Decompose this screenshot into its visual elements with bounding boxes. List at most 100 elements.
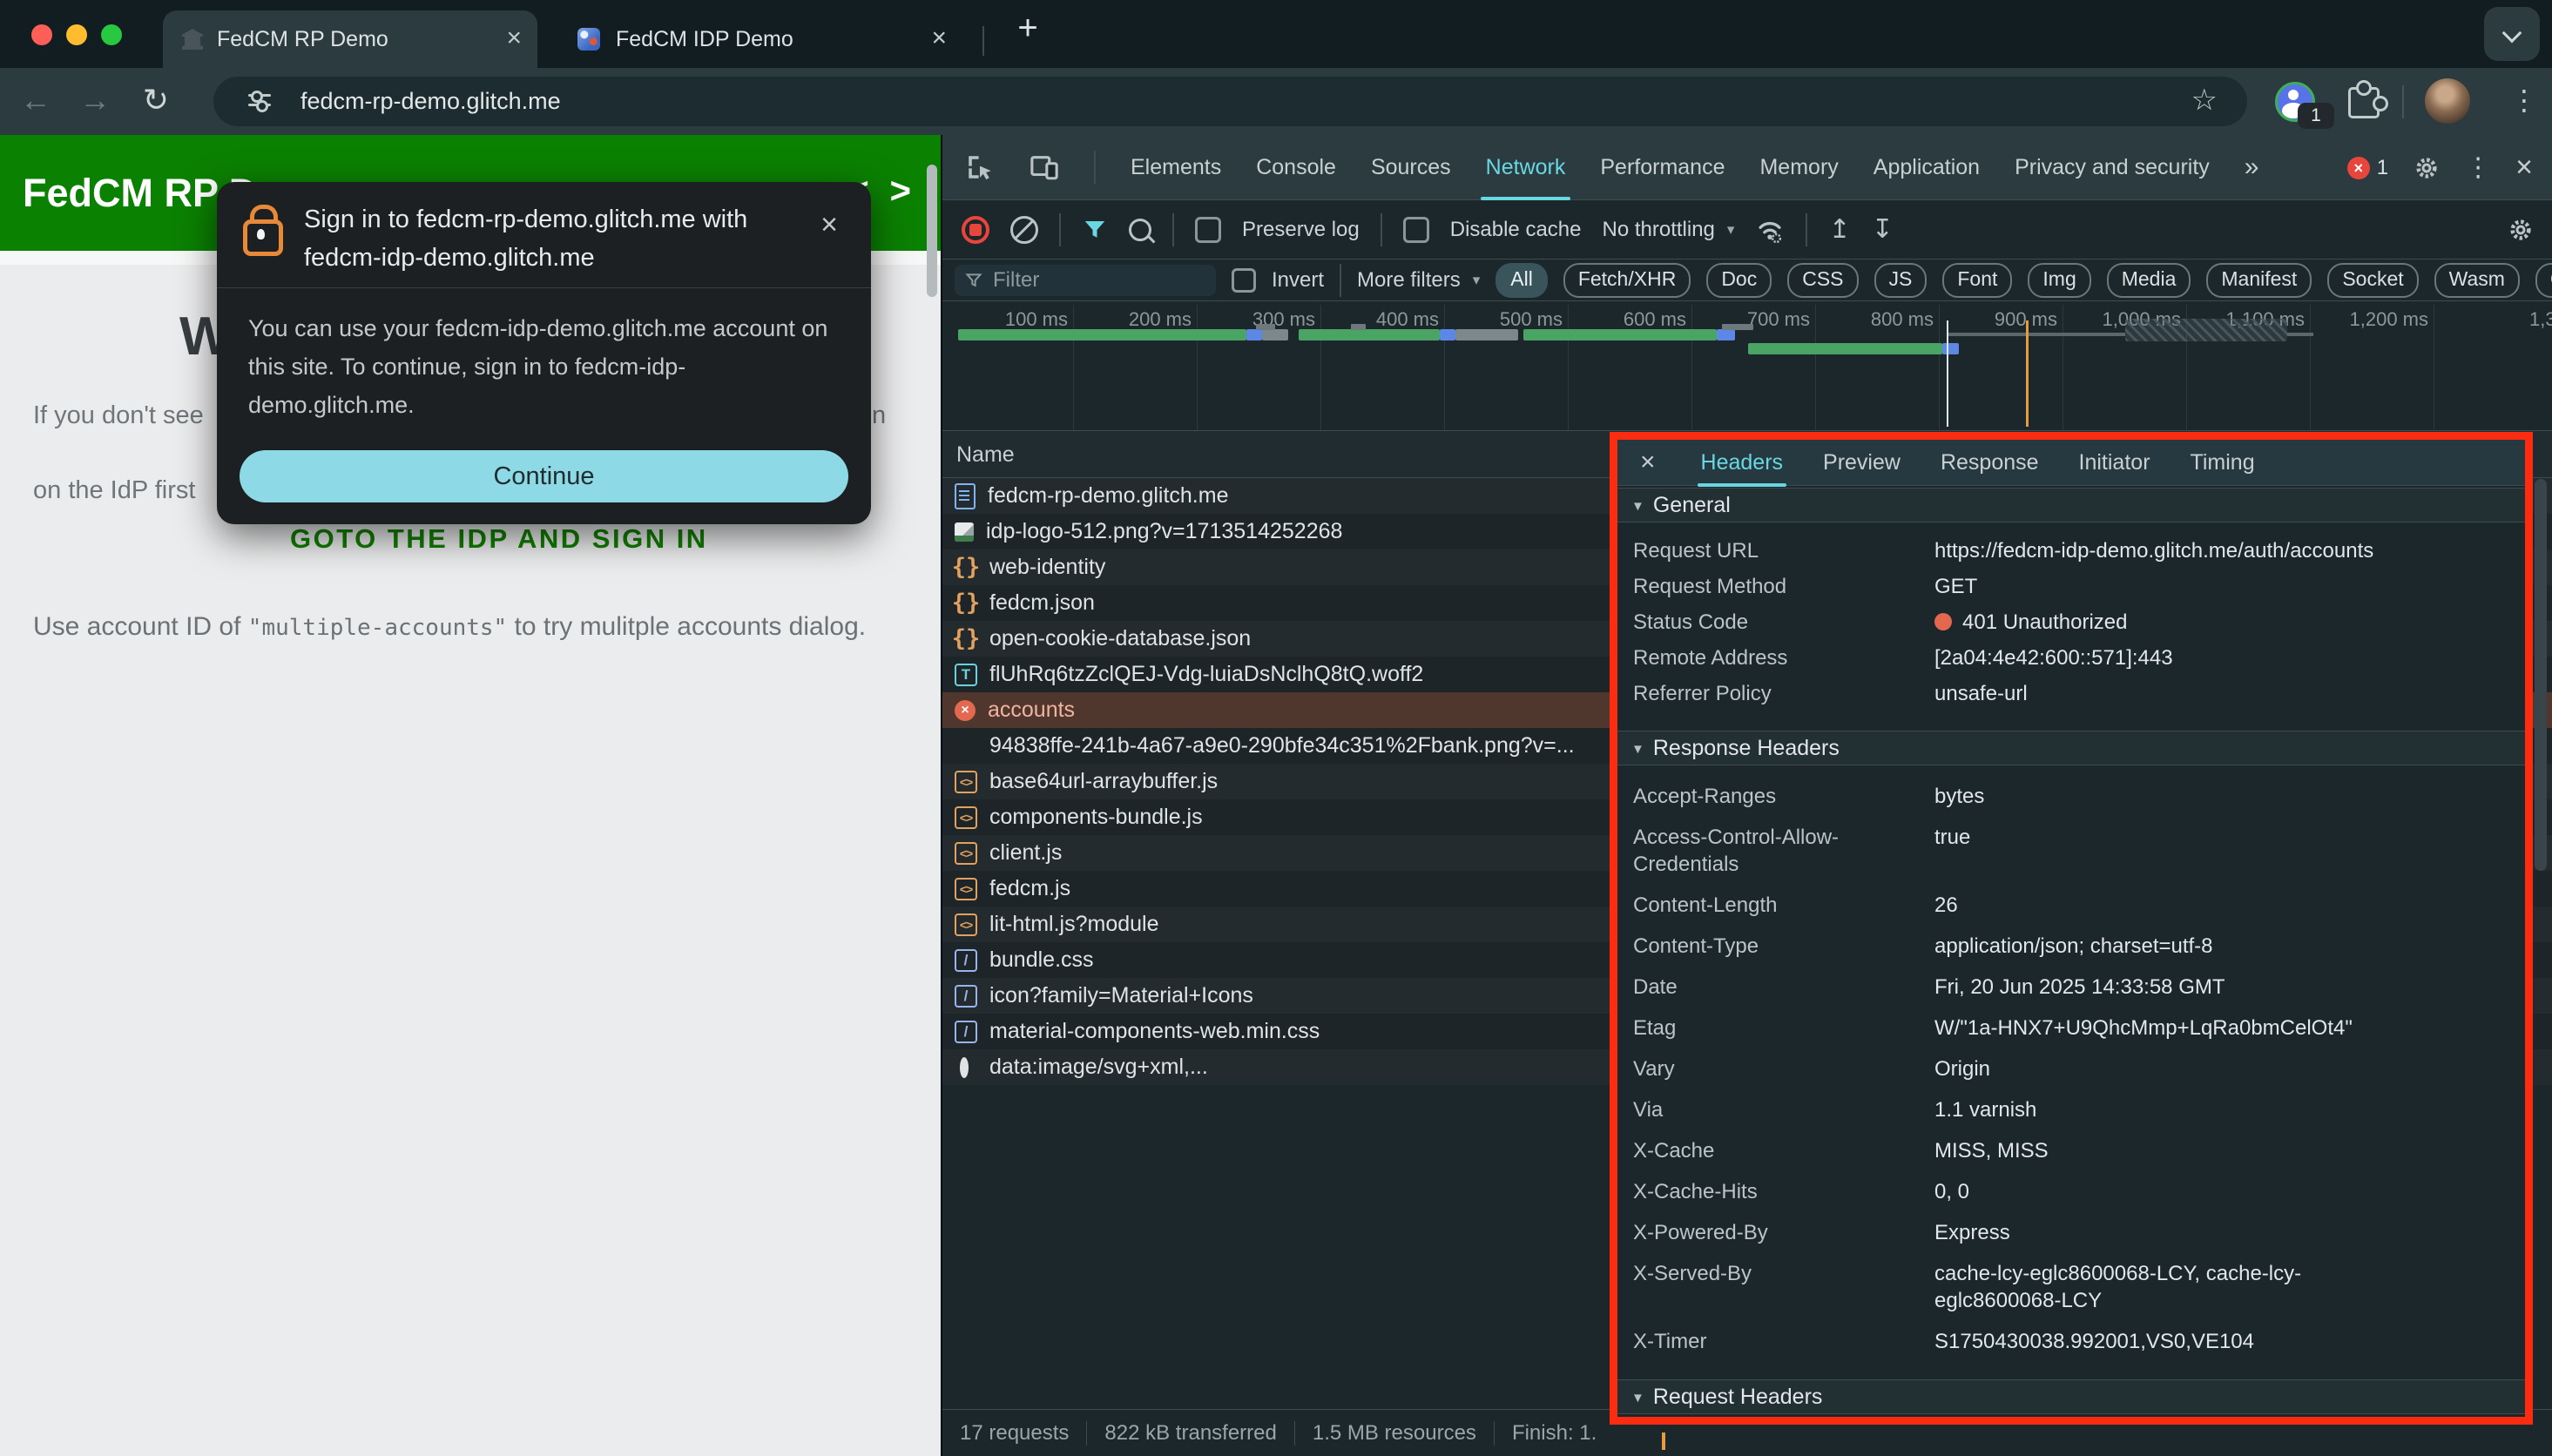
devtools-tab-sources[interactable]: Sources <box>1371 155 1451 180</box>
filter-pill-js[interactable]: JS <box>1874 263 1928 298</box>
continue-button[interactable]: Continue <box>240 450 848 502</box>
back-button[interactable]: ← <box>14 68 57 135</box>
divider <box>1172 213 1174 246</box>
filter-pill-socket[interactable]: Socket <box>2327 263 2418 298</box>
devtools-settings-icon[interactable] <box>2413 154 2441 182</box>
url-text[interactable]: fedcm-rp-demo.glitch.me <box>300 77 561 126</box>
devtools-tab-application[interactable]: Application <box>1873 155 1980 180</box>
export-har-icon[interactable]: ↧ <box>1872 214 1894 245</box>
devtools-tab-network[interactable]: Network <box>1486 155 1566 180</box>
devtools-tab-memory[interactable]: Memory <box>1759 155 1838 180</box>
network-overview-timeline[interactable]: 100 ms 200 ms 300 ms 400 ms 500 ms 600 m… <box>942 301 2552 431</box>
filter-pill-all[interactable]: All <box>1495 263 1548 298</box>
new-tab-button[interactable]: + <box>1003 5 1052 54</box>
filter-pill-doc[interactable]: Doc <box>1706 263 1772 298</box>
filter-pill-other[interactable]: Other <box>2535 263 2552 298</box>
page-paragraph-fragment: If you don't see <box>33 401 204 430</box>
request-headers-section-header[interactable]: ▼Request Headers <box>1617 1379 2525 1414</box>
device-toolbar-icon[interactable] <box>1030 152 1059 182</box>
timeline-tick: 400 ms <box>1326 308 1439 331</box>
dialog-close-icon[interactable]: × <box>820 208 838 242</box>
detail-tab-initiator[interactable]: Initiator <box>2079 450 2150 475</box>
profile-avatar[interactable] <box>2425 78 2470 124</box>
script-icon: <> <box>955 806 977 829</box>
detail-tab-preview[interactable]: Preview <box>1823 450 1900 475</box>
tab-search-button[interactable] <box>2484 7 2540 61</box>
script-icon: <> <box>955 878 977 900</box>
tab-close-icon[interactable]: × <box>931 10 947 68</box>
waterfall-tick <box>1722 324 1753 330</box>
collapse-icon: ▼ <box>1631 499 1644 514</box>
toolbar-divider <box>2402 85 2404 118</box>
throttling-dropdown[interactable]: No throttling ▾ <box>1602 218 1734 242</box>
general-section-header[interactable]: ▼General <box>1617 488 2525 522</box>
devtools-close-icon[interactable]: × <box>2515 151 2533 185</box>
tab-close-icon[interactable]: × <box>506 10 522 68</box>
filter-pill-font[interactable]: Font <box>1942 263 2012 298</box>
waterfall-bar <box>1246 329 1262 340</box>
goto-idp-link[interactable]: GOTO THE IDP AND SIGN IN <box>290 523 708 555</box>
filter-pill-media[interactable]: Media <box>2107 263 2191 298</box>
browser-menu-button[interactable]: ⋮ <box>2501 68 2547 135</box>
filter-pill-wasm[interactable]: Wasm <box>2434 263 2520 298</box>
filter-pill-img[interactable]: Img <box>2028 263 2090 298</box>
inspect-element-icon[interactable] <box>965 152 995 182</box>
devtools-tab-elements[interactable]: Elements <box>1131 155 1221 180</box>
more-tabs-icon[interactable]: » <box>2245 152 2259 182</box>
invert-checkbox[interactable] <box>1232 268 1256 293</box>
filter-pill-manifest[interactable]: Manifest <box>2206 263 2312 298</box>
filter-pill-fetchxhr[interactable]: Fetch/XHR <box>1563 263 1691 298</box>
extensions-icon[interactable] <box>2348 87 2380 118</box>
more-filters-dropdown[interactable]: More filters ▾ <box>1357 268 1480 293</box>
waterfall-pending-block <box>2125 319 2287 341</box>
page-scrollbar[interactable] <box>927 165 937 297</box>
tab-strip: FedCM RP Demo × FedCM IDP Demo × + <box>0 0 2552 68</box>
waterfall-tick <box>1351 324 1366 330</box>
detail-tab-response[interactable]: Response <box>1941 450 2039 475</box>
devtools-panel: Elements Console Sources Network Perform… <box>941 135 2552 1456</box>
stylesheet-icon: / <box>955 949 977 972</box>
preserve-log-checkbox[interactable] <box>1195 217 1221 243</box>
tab-fedcm-idp-demo[interactable]: FedCM IDP Demo × <box>562 10 962 68</box>
reload-button[interactable]: ↻ <box>134 68 178 135</box>
bookmark-star-icon[interactable]: ☆ <box>2191 77 2218 126</box>
detail-tab-timing[interactable]: Timing <box>2191 450 2255 475</box>
waterfall-bar <box>1748 343 1942 354</box>
script-icon: <> <box>955 913 977 936</box>
chevron-down-icon <box>2502 24 2522 44</box>
forward-button[interactable]: → <box>73 68 117 135</box>
filter-icon[interactable] <box>1082 217 1108 243</box>
header-row: X-Cache-Hits0, 0 <box>1617 1171 2525 1212</box>
filter-placeholder: Filter <box>993 268 1039 293</box>
window-zoom-button[interactable] <box>101 24 122 45</box>
json-icon: {} <box>955 556 977 579</box>
site-info-icon[interactable] <box>248 91 271 111</box>
network-conditions-icon[interactable] <box>1755 217 1785 243</box>
network-settings-icon[interactable] <box>2507 216 2535 244</box>
waterfall-bar <box>1523 329 1717 340</box>
devtools-menu-icon[interactable]: ⋮ <box>2465 152 2491 183</box>
detail-tab-headers[interactable]: Headers <box>1701 450 1784 475</box>
disable-cache-checkbox[interactable] <box>1403 217 1429 243</box>
chevron-down-icon: ▾ <box>1473 272 1481 289</box>
clear-network-log-icon[interactable] <box>1010 216 1038 244</box>
filter-pill-css[interactable]: CSS <box>1787 263 1858 298</box>
tab-fedcm-rp-demo[interactable]: FedCM RP Demo × <box>163 10 537 68</box>
import-har-icon[interactable]: ↥ <box>1828 214 1850 245</box>
waterfall-pending-line <box>2287 333 2313 336</box>
devtools-tab-performance[interactable]: Performance <box>1600 155 1725 180</box>
close-detail-icon[interactable]: × <box>1640 448 1656 477</box>
devtools-tab-privacy[interactable]: Privacy and security <box>2015 155 2210 180</box>
record-network-log-button[interactable] <box>962 216 989 244</box>
filter-input[interactable]: Filter <box>955 265 1216 296</box>
detail-scrollbar[interactable] <box>2535 479 2547 871</box>
search-icon[interactable] <box>1129 219 1151 241</box>
response-headers-section-header[interactable]: ▼Response Headers <box>1617 731 2525 765</box>
devtools-tab-console[interactable]: Console <box>1256 155 1336 180</box>
address-bar[interactable]: fedcm-rp-demo.glitch.me ☆ <box>213 77 2247 126</box>
window-minimize-button[interactable] <box>66 24 87 45</box>
error-badge[interactable]: × 1 <box>2347 156 2388 180</box>
request-count: 17 requests <box>942 1421 1087 1446</box>
timeline-tick: 700 ms <box>1697 308 1810 331</box>
window-close-button[interactable] <box>31 24 52 45</box>
